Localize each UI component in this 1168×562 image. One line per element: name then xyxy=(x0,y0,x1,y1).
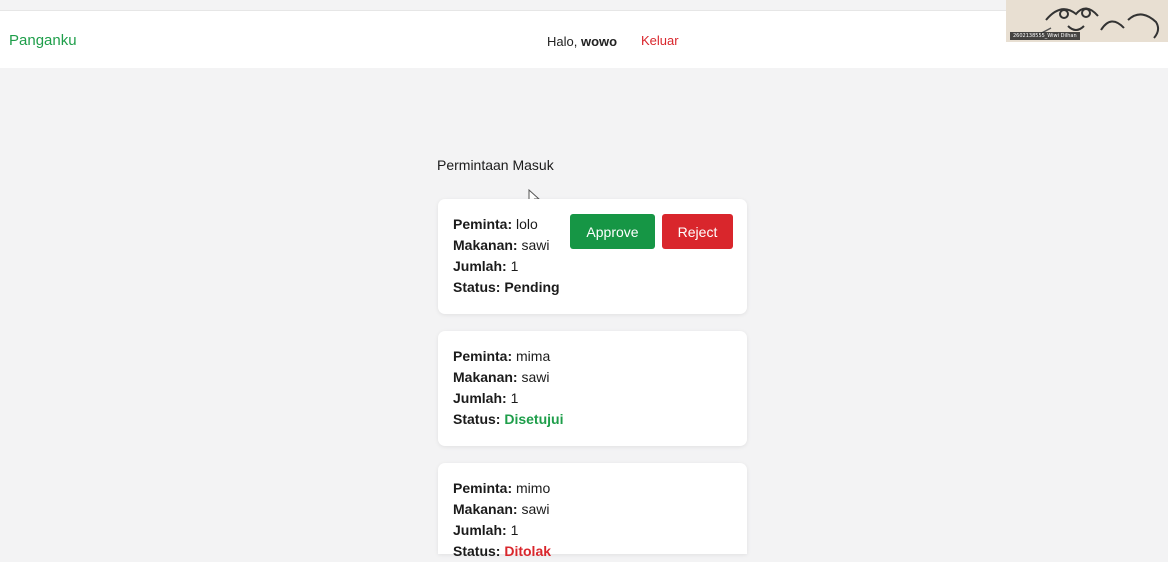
status-badge: Pending xyxy=(504,279,560,295)
requester-line: Peminta: mimo xyxy=(453,478,551,499)
food-label: Makanan: xyxy=(453,501,518,517)
requester-value: mima xyxy=(516,348,551,364)
request-details: Peminta: mima Makanan: sawi Jumlah: 1 St… xyxy=(453,346,563,430)
request-details: Peminta: lolo Makanan: sawi Jumlah: 1 St… xyxy=(453,214,560,298)
username: wowo xyxy=(580,34,618,49)
quantity-line: Jumlah: 1 xyxy=(453,256,560,277)
status-line: Status: Disetujui xyxy=(453,409,563,430)
quantity-label: Jumlah: xyxy=(453,522,507,538)
brand-link[interactable]: Panganku xyxy=(9,32,77,49)
food-label: Makanan: xyxy=(453,369,518,385)
food-value: sawi xyxy=(521,501,550,517)
quantity-value: 1 xyxy=(510,258,519,274)
quantity-value: 1 xyxy=(510,522,519,538)
requester-value: mimo xyxy=(516,480,551,496)
status-line: Status: Ditolak xyxy=(453,541,551,562)
requester-label: Peminta: xyxy=(453,480,513,496)
status-badge: Disetujui xyxy=(504,411,564,427)
approve-button[interactable]: Approve xyxy=(570,214,655,249)
webcam-overlay: 2602138555_Wiwi Dilhan xyxy=(1006,0,1168,42)
reject-button[interactable]: Reject xyxy=(662,214,733,249)
page-title: Permintaan Masuk xyxy=(437,157,554,173)
requester-line: Peminta: mima xyxy=(453,346,563,367)
requester-label: Peminta: xyxy=(453,216,513,232)
request-card: Peminta: mimo Makanan: sawi Jumlah: 1 St… xyxy=(438,463,747,559)
food-line: Makanan: sawi xyxy=(453,499,551,520)
status-label: Status: xyxy=(453,411,501,427)
status-label: Status: xyxy=(453,543,501,559)
quantity-label: Jumlah: xyxy=(453,390,507,406)
top-navbar: Panganku Halo, wowo Keluar xyxy=(0,10,1168,68)
status-label: Status: xyxy=(453,279,501,295)
webcam-caption: 2602138555_Wiwi Dilhan xyxy=(1010,32,1080,40)
quantity-line: Jumlah: 1 xyxy=(453,388,563,409)
food-value: sawi xyxy=(521,237,550,253)
food-label: Makanan: xyxy=(453,237,518,253)
requester-value: lolo xyxy=(516,216,538,232)
status-line: Status: Pending xyxy=(453,277,560,298)
user-greeting: Halo, wowo xyxy=(547,34,617,49)
request-details: Peminta: mimo Makanan: sawi Jumlah: 1 St… xyxy=(453,478,551,562)
logout-link[interactable]: Keluar xyxy=(641,33,679,48)
food-value: sawi xyxy=(521,369,550,385)
greeting-prefix: Halo, xyxy=(547,34,581,49)
food-line: Makanan: sawi xyxy=(453,235,560,256)
status-badge: Ditolak xyxy=(504,543,552,559)
request-card: Peminta: mima Makanan: sawi Jumlah: 1 St… xyxy=(438,331,747,446)
request-card: Peminta: lolo Makanan: sawi Jumlah: 1 St… xyxy=(438,199,747,314)
requester-label: Peminta: xyxy=(453,348,513,364)
food-line: Makanan: sawi xyxy=(453,367,563,388)
requester-line: Peminta: lolo xyxy=(453,214,560,235)
quantity-label: Jumlah: xyxy=(453,258,507,274)
quantity-line: Jumlah: 1 xyxy=(453,520,551,541)
quantity-value: 1 xyxy=(510,390,519,406)
